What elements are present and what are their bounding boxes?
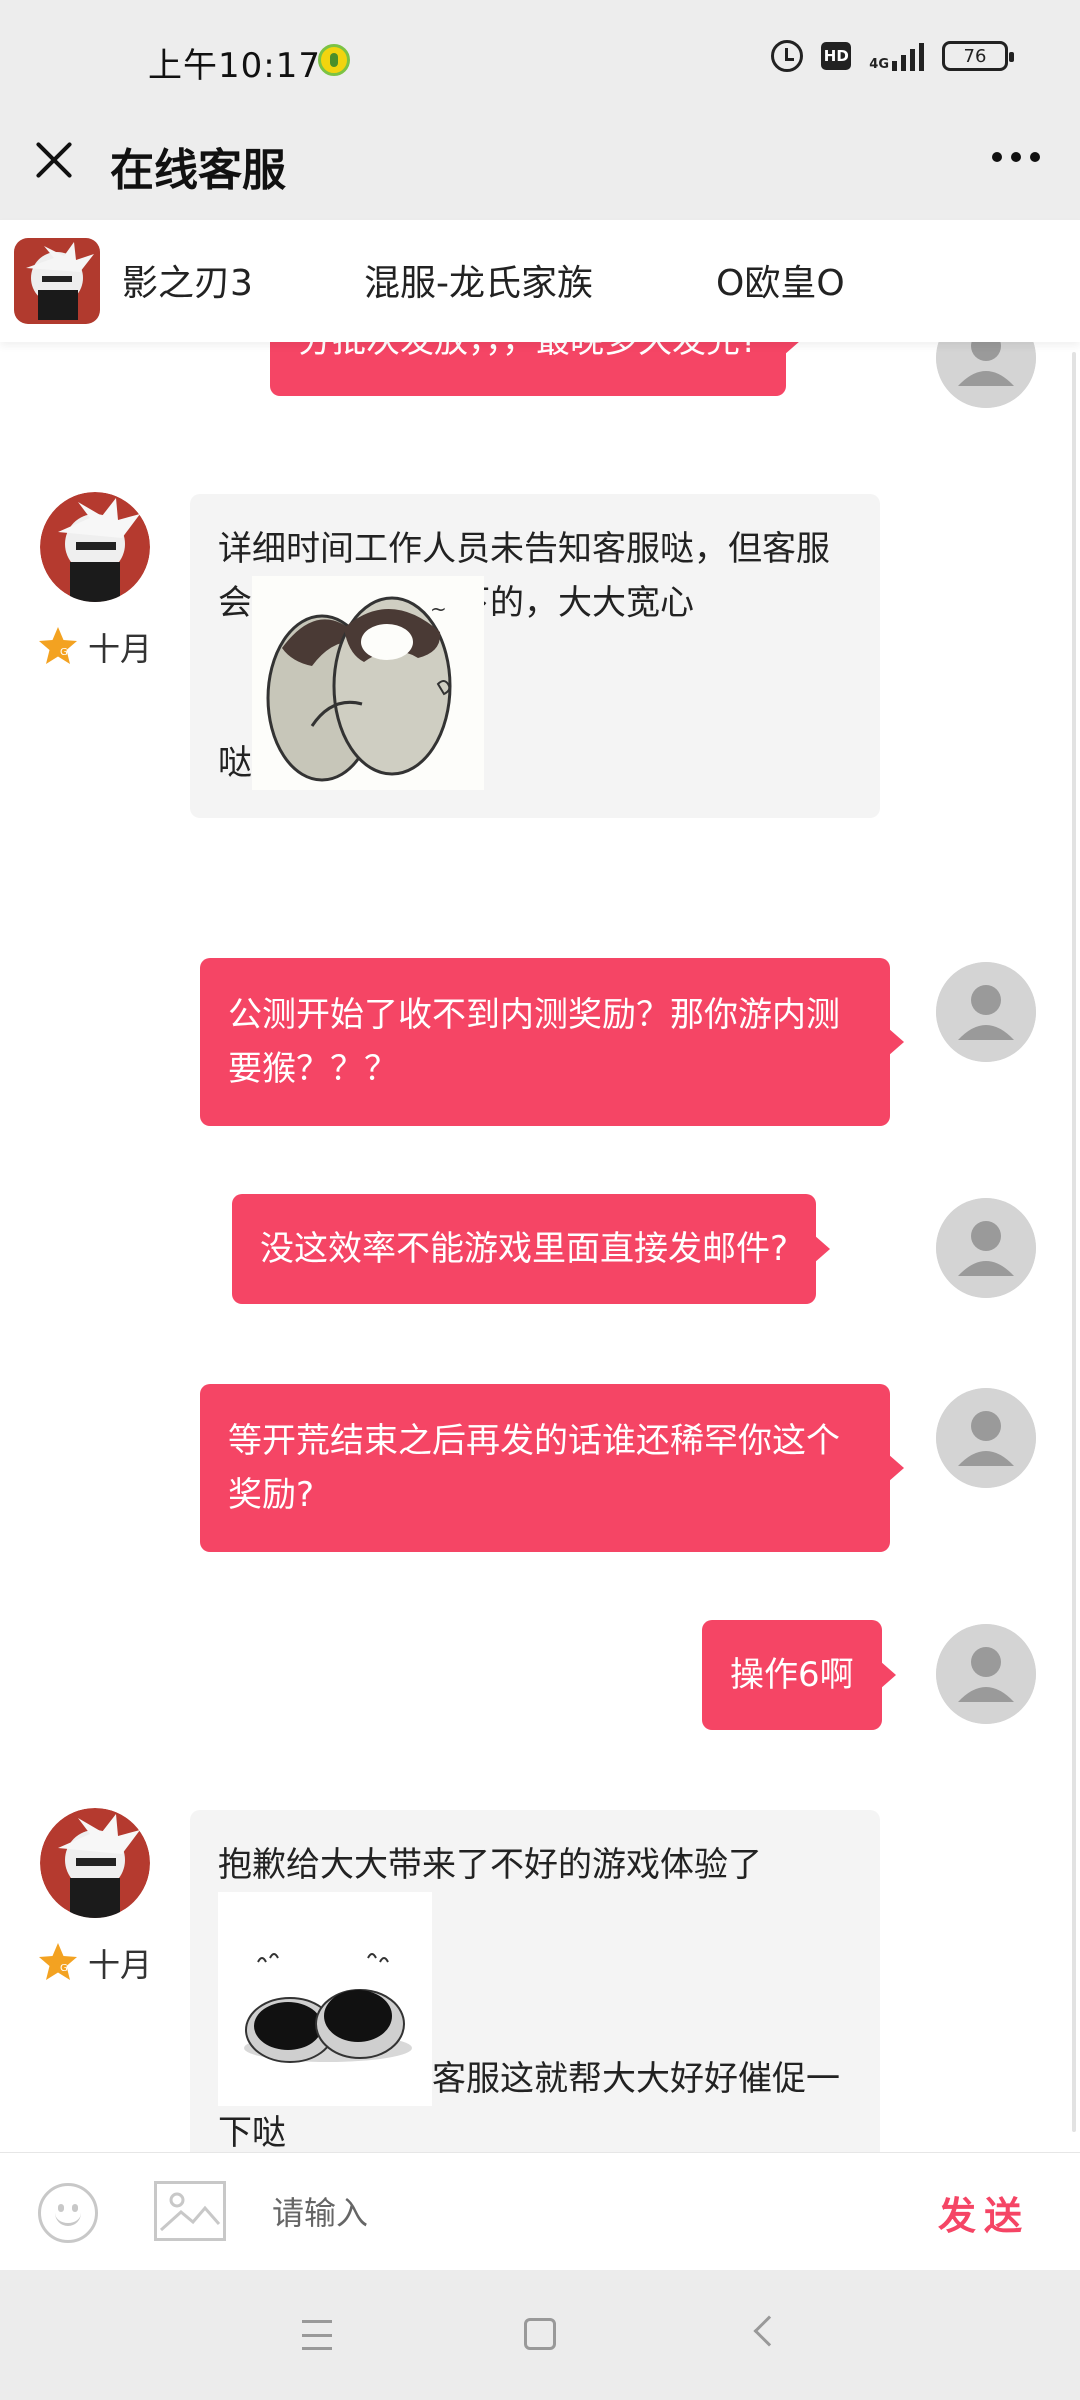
- customer-service-chat-screen: 上午10:17 HD 4G 76 在线客服 影之刃3 混服-龙氏家族 O欧皇O …: [0, 0, 1080, 2400]
- system-nav-bar: [0, 2270, 1080, 2400]
- penguin-hug-sticker[interactable]: ~: [252, 576, 484, 790]
- message-input[interactable]: [272, 2183, 892, 2243]
- user-message: 等开荒结束之后再发的话谁还稀罕你这个奖励?: [200, 1384, 904, 1552]
- agent-avatar[interactable]: [40, 1808, 150, 1918]
- hd-icon: HD: [821, 42, 852, 70]
- user-avatar[interactable]: [936, 1388, 1036, 1488]
- status-time: 上午10:17: [148, 46, 321, 86]
- input-bar: 发送: [0, 2152, 1080, 2270]
- status-bar: 上午10:17 HD 4G 76: [0, 0, 1080, 118]
- star-badge-icon: G: [39, 627, 77, 664]
- svg-text:G: G: [60, 647, 68, 658]
- status-icons: HD 4G 76: [771, 40, 1014, 72]
- battery-level: 76: [963, 45, 987, 67]
- user-avatar[interactable]: [936, 342, 1036, 408]
- network-type: 4G: [869, 57, 889, 72]
- signal-icon: [892, 41, 924, 71]
- message-text: 没这效率不能游戏里面直接发邮件?: [260, 1229, 789, 1269]
- message-text: 抱歉给大大带来了不好的游戏体验了: [218, 1845, 762, 1885]
- star-badge-icon: G: [39, 1943, 77, 1980]
- battery-icon: 76: [942, 41, 1014, 71]
- user-message: 操作6啊: [702, 1620, 896, 1730]
- scrollbar[interactable]: [1072, 352, 1076, 2132]
- title-bar: 在线客服: [0, 118, 1080, 220]
- agent-badge: G 十月: [36, 624, 152, 670]
- server-name: 混服-龙氏家族: [364, 263, 593, 304]
- agent-badge: G 十月: [36, 1940, 152, 1986]
- agent-name: 十月: [88, 630, 153, 668]
- user-message: 公测开始了收不到内测奖励？那你游内测要猴？？？: [200, 958, 904, 1126]
- coin-notification-icon: [318, 44, 350, 76]
- message-text: 分批次发放，，，最晚多久发完?: [298, 342, 758, 361]
- role-name: O欧皇O: [716, 263, 845, 304]
- agent-avatar[interactable]: [40, 492, 150, 602]
- game-info-bar: 影之刃3 混服-龙氏家族 O欧皇O: [0, 220, 1080, 342]
- page-title: 在线客服: [110, 145, 286, 196]
- agent-message: 详细时间工作人员未告知客服哒，但客服会帮大大催促一下的，大大宽心 哒 ~: [190, 494, 880, 818]
- message-text: 等开荒结束之后再发的话谁还稀罕你这个奖励?: [228, 1421, 840, 1515]
- signal-group: 4G: [869, 41, 924, 71]
- message-text: 操作6啊: [730, 1655, 854, 1695]
- image-icon[interactable]: [154, 2181, 226, 2241]
- chat-messages[interactable]: 分批次发放，，，最晚多久发完? G 十月 详细时间工作人员未告知客服哒，但客服会…: [0, 342, 1080, 2152]
- game-avatar: [14, 238, 100, 324]
- user-message: 分批次发放，，，最晚多久发完?: [270, 342, 801, 396]
- user-message: 没这效率不能游戏里面直接发邮件?: [232, 1194, 831, 1304]
- svg-text:~: ~: [430, 597, 447, 621]
- message-text: 公测开始了收不到内测奖励？那你游内测要猴？？？: [228, 995, 840, 1089]
- user-avatar[interactable]: [936, 1198, 1036, 1298]
- send-button[interactable]: 发送: [938, 2185, 1030, 2240]
- menu-icon[interactable]: [302, 2320, 332, 2350]
- home-icon[interactable]: [524, 2318, 556, 2350]
- penguin-bow-sticker[interactable]: [218, 1892, 432, 2106]
- agent-name: 十月: [88, 1946, 153, 1984]
- alarm-icon: [771, 40, 804, 72]
- agent-message: 抱歉给大大带来了不好的游戏体验了 客服这就帮大大好好催促一下哒: [190, 1810, 880, 2152]
- user-avatar[interactable]: [936, 1624, 1036, 1724]
- game-name: 影之刃3: [122, 263, 253, 304]
- user-avatar[interactable]: [936, 962, 1036, 1062]
- back-icon[interactable]: [753, 2315, 785, 2347]
- svg-text:G: G: [60, 1963, 68, 1974]
- message-text-tail: 哒: [218, 743, 252, 783]
- emoji-icon[interactable]: [38, 2183, 98, 2243]
- close-icon[interactable]: [30, 136, 78, 184]
- more-options-icon[interactable]: [992, 152, 1040, 162]
